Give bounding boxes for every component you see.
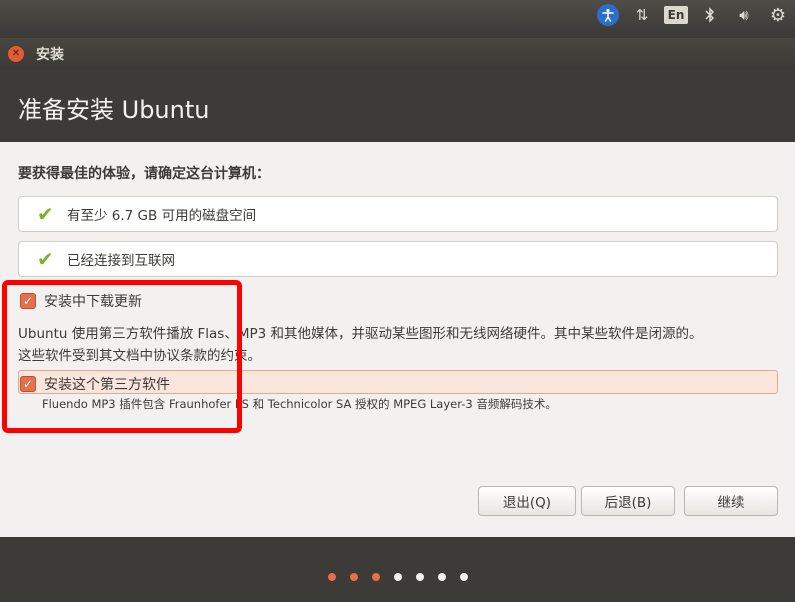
requirement-label: 有至少 6.7 GB 可用的磁盘空间	[67, 208, 257, 224]
page-title: 准备安装 Ubuntu	[18, 96, 210, 124]
progress-dot	[372, 573, 380, 581]
sound-menu[interactable]: 🔊︎	[727, 0, 761, 30]
back-button[interactable]: 后退(B)	[581, 486, 675, 516]
close-button[interactable]: ✕	[8, 46, 24, 62]
progress-dot	[460, 573, 468, 581]
progress-dot	[416, 573, 424, 581]
top-panel: ⇅ En 🔊︎ ⚙	[0, 0, 795, 30]
network-arrows-icon: ⇅	[635, 6, 649, 24]
accessibility-menu[interactable]	[591, 0, 625, 30]
checkmark-icon: ✔	[37, 247, 54, 271]
progress-dot	[328, 573, 336, 581]
volume-icon: 🔊︎	[739, 6, 749, 24]
annotation-highlight-box	[2, 280, 242, 433]
network-menu[interactable]: ⇅	[625, 0, 659, 30]
bluetooth-menu[interactable]	[693, 0, 727, 30]
progress-dot	[438, 573, 446, 581]
bluetooth-icon	[705, 7, 715, 23]
progress-dot	[350, 573, 358, 581]
close-icon: ✕	[11, 48, 21, 59]
checkmark-icon: ✔	[37, 202, 54, 226]
requirement-internet: ✔ 已经连接到互联网	[18, 241, 778, 277]
language-menu[interactable]: En	[659, 0, 693, 30]
system-menu[interactable]: ⚙	[761, 0, 795, 30]
footer	[0, 537, 795, 602]
language-indicator: En	[663, 6, 689, 24]
window-title: 安装	[36, 47, 64, 63]
gear-icon: ⚙	[769, 4, 787, 26]
accessibility-icon	[597, 4, 619, 26]
requirement-disk-space: ✔ 有至少 6.7 GB 可用的磁盘空间	[18, 196, 778, 232]
progress-dots	[328, 573, 482, 581]
requirement-label: 已经连接到互联网	[67, 253, 175, 269]
progress-dot	[394, 573, 402, 581]
quit-button[interactable]: 退出(Q)	[478, 486, 576, 516]
intro-text: 要获得最佳的体验，请确定这台计算机：	[18, 166, 270, 182]
continue-button[interactable]: 继续	[684, 486, 778, 516]
window-titlebar: ✕ 安装	[0, 38, 795, 70]
